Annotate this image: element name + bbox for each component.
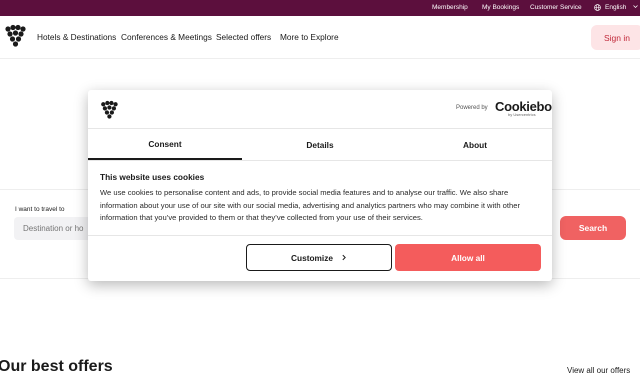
travel-label: I want to travel to — [15, 206, 65, 213]
divider — [88, 235, 552, 236]
chevron-down-icon — [633, 4, 638, 11]
customize-label: Customize — [291, 252, 333, 263]
tab-about[interactable]: About — [398, 129, 552, 160]
membership-link[interactable]: Membership — [432, 4, 468, 11]
nav-hotels-destinations[interactable]: Hotels & Destinations — [37, 32, 116, 42]
customer-service-link[interactable]: Customer Service — [530, 4, 582, 11]
brand-logo-icon[interactable] — [4, 24, 26, 48]
sign-in-button[interactable]: Sign in — [591, 25, 640, 50]
view-all-offers-link[interactable]: View all our offers — [567, 366, 630, 375]
tab-details[interactable]: Details — [243, 129, 397, 160]
nav-more-to-explore[interactable]: More to Explore — [280, 32, 339, 42]
search-button[interactable]: Search — [560, 216, 626, 240]
globe-icon — [594, 4, 601, 13]
language-selector[interactable]: English — [605, 4, 626, 11]
customize-button[interactable]: Customize — [246, 244, 392, 271]
nav-conferences-meetings[interactable]: Conferences & Meetings — [121, 32, 212, 42]
cookie-heading: This website uses cookies — [100, 172, 205, 182]
chevron-right-icon — [341, 254, 347, 261]
brand-logo-icon — [100, 100, 118, 120]
cookiebot-sublabel: by Usercentrics — [508, 112, 536, 117]
powered-by-label: Powered by — [456, 105, 488, 111]
allow-all-button[interactable]: Allow all — [395, 244, 541, 271]
main-nav: Hotels & Destinations Conferences & Meet… — [0, 16, 640, 59]
my-bookings-link[interactable]: My Bookings — [482, 4, 519, 11]
cookie-description: We use cookies to personalise content an… — [100, 188, 520, 222]
consent-tabs: Consent Details About — [88, 128, 552, 161]
cookie-consent-dialog: Powered by Cookiebot by Usercentrics Con… — [88, 90, 552, 281]
nav-selected-offers[interactable]: Selected offers — [216, 32, 271, 42]
best-offers-heading: Our best offers — [0, 358, 113, 375]
top-utility-bar: Membership My Bookings Customer Service … — [0, 0, 640, 16]
tab-consent[interactable]: Consent — [88, 129, 242, 160]
